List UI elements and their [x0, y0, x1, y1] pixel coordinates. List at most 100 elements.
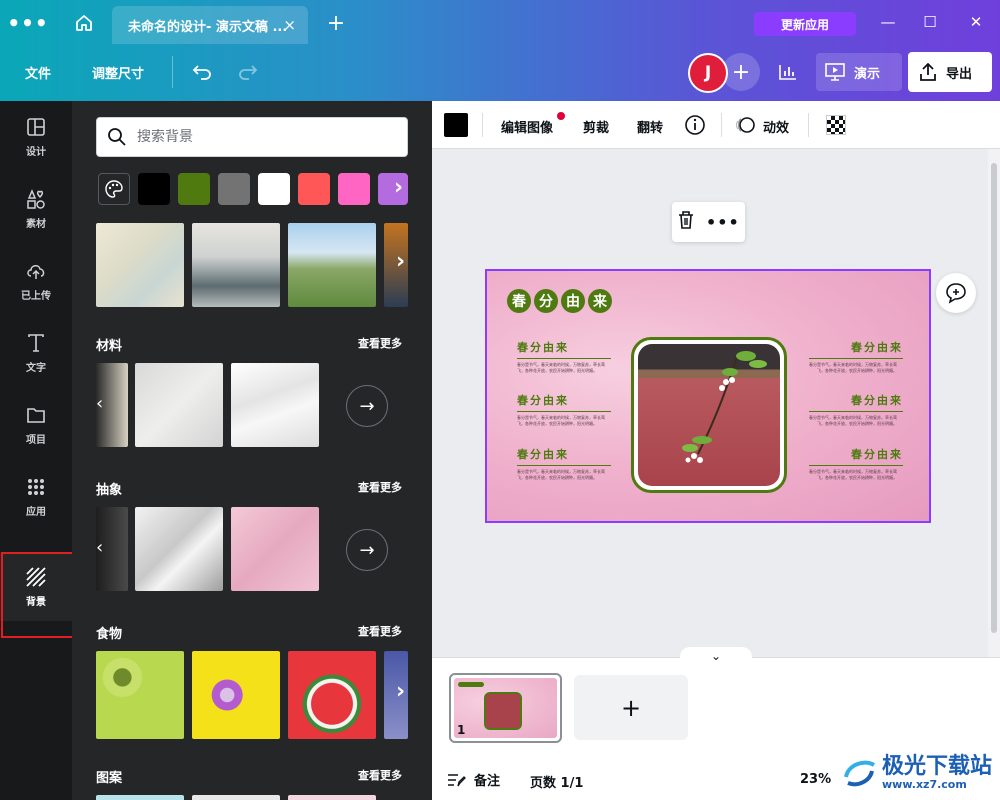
main-menu-icon[interactable]: ••• — [7, 8, 47, 38]
file-menu[interactable]: 文件 — [25, 63, 51, 82]
avatar[interactable]: J — [688, 53, 728, 93]
background-thumb[interactable] — [96, 223, 184, 307]
title-char: 来 — [588, 289, 612, 313]
section-title-patterns: 图案 — [96, 771, 123, 786]
redo-icon[interactable] — [234, 58, 262, 86]
background-thumb[interactable] — [96, 795, 184, 800]
block-heading: 春分由来 — [851, 341, 903, 354]
animate-button[interactable]: 动效 — [763, 117, 789, 136]
palette-icon[interactable] — [98, 173, 130, 205]
title-char: 春 — [507, 289, 531, 313]
background-thumb[interactable] — [231, 363, 319, 447]
color-picker-button[interactable] — [444, 113, 468, 137]
background-stripes-icon — [26, 567, 46, 587]
row-next-icon[interactable]: › — [396, 249, 405, 274]
home-icon[interactable] — [66, 8, 102, 38]
rail-item-elements[interactable]: 素材 — [0, 175, 72, 243]
page-count[interactable]: 页数 1/1 — [530, 772, 583, 791]
block-text: 春分是节气，春天来临的时候，万物复苏，草长莺飞，各种花开放，农民开始耕种，阳光明… — [809, 469, 897, 480]
text-block[interactable]: 春分由来 春分是节气，春天来临的时候，万物复苏，草长莺飞，各种花开放，农民开始耕… — [517, 392, 611, 427]
background-thumb[interactable] — [192, 795, 280, 800]
flip-button[interactable]: 翻转 — [637, 117, 663, 136]
row-prev-icon[interactable]: ‹ — [96, 537, 103, 558]
left-rail: 设计 素材 已上传 文字 项目 应用 背景 — [0, 101, 72, 800]
edit-image-button[interactable]: 编辑图像 — [501, 117, 553, 136]
swatch-white[interactable] — [258, 173, 290, 205]
slide-canvas[interactable]: 春 分 由 来 春分由来 春分是节气，春天来临的时候，万物复苏，草长莺飞，各种花… — [485, 269, 931, 523]
delete-icon[interactable] — [677, 210, 695, 234]
swatch-gray[interactable] — [218, 173, 250, 205]
swatch-green[interactable] — [178, 173, 210, 205]
text-block[interactable]: 春分由来 春分是节气，春天来临的时候，万物复苏，草长莺飞，各种花开放，农民开始耕… — [517, 446, 611, 481]
toolbar-divider — [721, 113, 722, 137]
title-char: 分 — [534, 289, 558, 313]
close-tab-icon[interactable]: × — [283, 16, 296, 34]
vertical-scrollbar[interactable] — [988, 149, 1000, 657]
rail-label-design: 设计 — [26, 147, 46, 158]
background-panel: › › 材料 查看更多 ‹ → 抽象 查看更多 ‹ → 食物 查看更多 › 图案… — [72, 101, 432, 800]
folder-icon — [27, 408, 45, 423]
resize-button[interactable]: 调整尺寸 — [92, 63, 144, 82]
background-thumb[interactable] — [288, 651, 376, 739]
slide-title[interactable]: 春 分 由 来 — [507, 289, 612, 313]
background-thumb[interactable] — [231, 507, 319, 591]
photo-frame[interactable] — [631, 337, 787, 493]
rail-item-apps[interactable]: 应用 — [0, 463, 72, 531]
see-more-food[interactable]: 查看更多 — [358, 623, 402, 639]
rail-item-background[interactable]: 背景 — [0, 553, 72, 621]
background-thumb[interactable] — [135, 507, 223, 591]
minimize-icon[interactable]: — — [870, 8, 906, 36]
undo-icon[interactable] — [188, 58, 216, 86]
layout-icon — [27, 118, 45, 136]
text-block[interactable]: 春分由来 春分是节气，春天来临的时候，万物复苏，草长莺飞，各种花开放，农民开始耕… — [809, 446, 903, 481]
rail-item-text[interactable]: 文字 — [0, 319, 72, 387]
text-block[interactable]: 春分由来 春分是节气，春天来临的时候，万物复苏，草长莺飞，各种花开放，农民开始耕… — [809, 392, 903, 427]
page-thumbnail[interactable]: 1 — [449, 673, 562, 743]
search-icon — [108, 128, 126, 146]
search-box[interactable] — [96, 117, 408, 157]
abstract-next-arrow-icon[interactable]: → — [346, 529, 388, 571]
background-thumb[interactable] — [192, 651, 280, 739]
transparency-icon[interactable] — [826, 115, 846, 135]
window-close-icon[interactable]: ✕ — [958, 8, 994, 36]
materials-next-arrow-icon[interactable]: → — [346, 385, 388, 427]
background-thumb[interactable] — [96, 651, 184, 739]
row-prev-icon[interactable]: ‹ — [96, 393, 103, 414]
search-input[interactable] — [137, 129, 397, 145]
info-icon[interactable] — [684, 114, 706, 140]
row-next-icon[interactable]: › — [396, 679, 405, 704]
rail-item-design[interactable]: 设计 — [0, 103, 72, 171]
see-more-patterns[interactable]: 查看更多 — [358, 767, 402, 783]
collapse-pages-icon[interactable]: ⌄ — [680, 647, 752, 665]
swatch-red[interactable] — [298, 173, 330, 205]
background-thumb[interactable] — [288, 795, 376, 800]
swatch-pink[interactable] — [338, 173, 370, 205]
notes-button[interactable]: 备注 — [446, 770, 500, 789]
rail-item-uploads[interactable]: 已上传 — [0, 247, 72, 315]
crop-button[interactable]: 剪裁 — [583, 117, 609, 136]
present-button[interactable]: 演示 — [816, 53, 902, 91]
see-more-abstract[interactable]: 查看更多 — [358, 479, 402, 495]
background-thumb[interactable] — [288, 223, 376, 307]
swatch-purple[interactable] — [378, 173, 408, 205]
insights-chart-icon[interactable] — [768, 53, 808, 91]
new-tab-button[interactable]: + — [322, 8, 350, 38]
blossom-photo — [638, 344, 780, 486]
add-page-button[interactable]: + — [574, 675, 688, 740]
more-options-icon[interactable]: ••• — [706, 213, 740, 232]
see-more-materials[interactable]: 查看更多 — [358, 335, 402, 351]
rail-item-projects[interactable]: 项目 — [0, 391, 72, 459]
background-thumb[interactable] — [135, 363, 223, 447]
swatch-black[interactable] — [138, 173, 170, 205]
add-comment-icon[interactable] — [936, 273, 976, 313]
text-block[interactable]: 春分由来 春分是节气，春天来临的时候，万物复苏，草长莺飞，各种花开放，农民开始耕… — [517, 339, 611, 374]
animate-icon[interactable] — [735, 115, 757, 139]
zoom-level[interactable]: 23% — [800, 772, 831, 787]
document-tab[interactable]: 未命名的设计- 演示文稿 ... × — [112, 6, 308, 44]
export-button[interactable]: 导出 — [908, 52, 992, 92]
swatches-next-icon[interactable]: › — [394, 175, 403, 200]
maximize-icon[interactable]: ☐ — [912, 8, 948, 36]
background-thumb[interactable] — [192, 223, 280, 307]
update-app-button[interactable]: 更新应用 — [754, 12, 856, 36]
text-block[interactable]: 春分由来 春分是节气，春天来临的时候，万物复苏，草长莺飞，各种花开放，农民开始耕… — [809, 339, 903, 374]
